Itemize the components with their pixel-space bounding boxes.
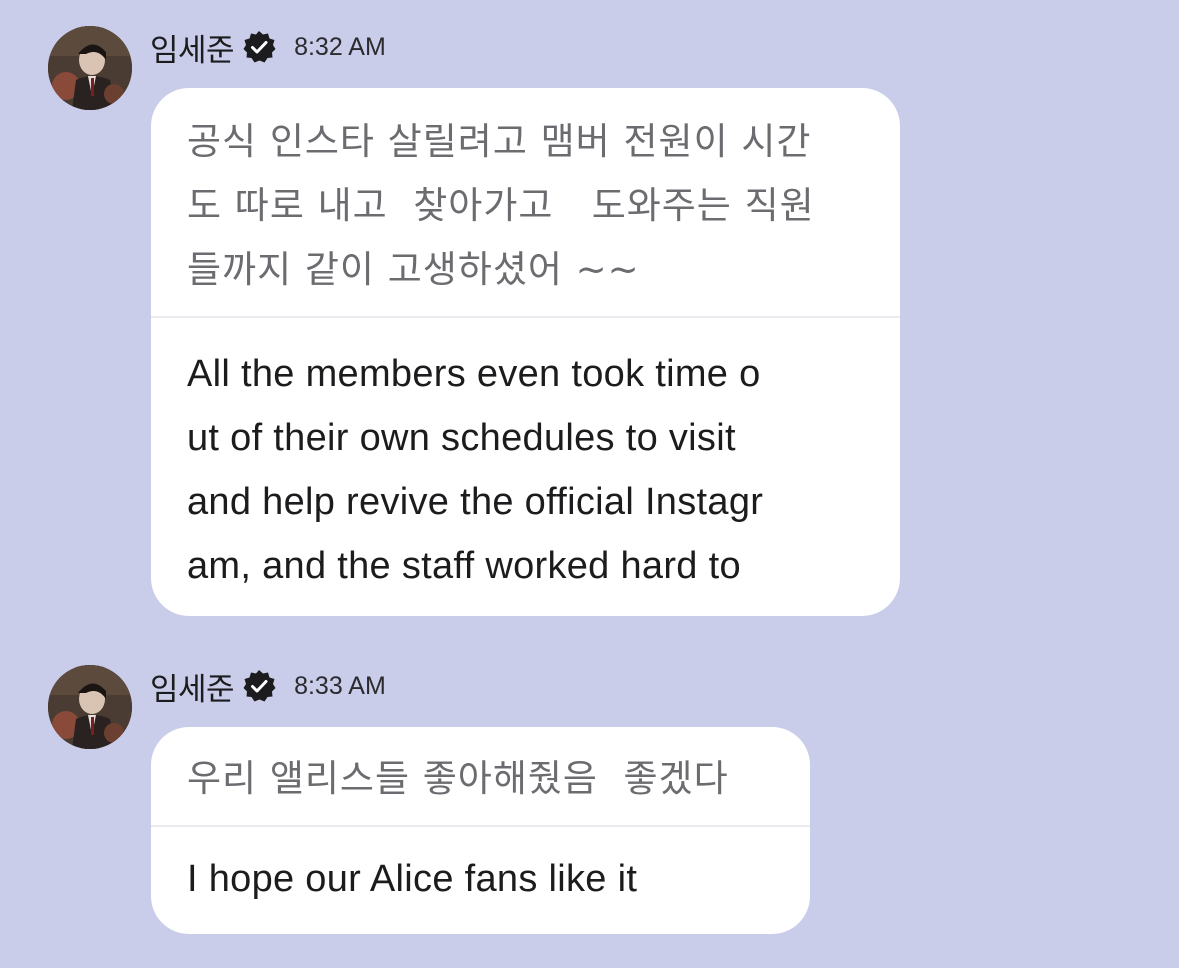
timestamp: 8:32 AM [294,32,386,61]
translated-text: All the members even took time o ut of t… [187,353,764,587]
avatar-photo [48,665,132,749]
sender-name[interactable]: 임세준 [150,25,235,70]
avatar[interactable] [48,26,132,110]
avatar[interactable] [48,665,132,749]
sender-row: 임세준 8:33 AM [150,664,386,708]
verified-badge-icon [242,669,276,703]
original-text: 우리 앨리스들 좋아해줬음 좋겠다 [187,757,729,800]
translated-text: I hope our Alice fans like it [187,858,638,900]
timestamp: 8:33 AM [294,671,386,700]
verified-badge-icon [242,30,276,64]
original-text: 공식 인스타 살릴려고 맴버 전원이 시간 도 따로 내고 찾아가고 도와주는 … [187,120,815,291]
message-bubble[interactable]: 우리 앨리스들 좋아해줬음 좋겠다 I hope our Alice fans … [151,727,810,934]
message-bubble[interactable]: 공식 인스타 살릴려고 맴버 전원이 시간 도 따로 내고 찾아가고 도와주는 … [151,88,900,616]
avatar-photo [48,26,132,110]
sender-name[interactable]: 임세준 [150,664,235,709]
sender-row: 임세준 8:32 AM [150,25,386,69]
